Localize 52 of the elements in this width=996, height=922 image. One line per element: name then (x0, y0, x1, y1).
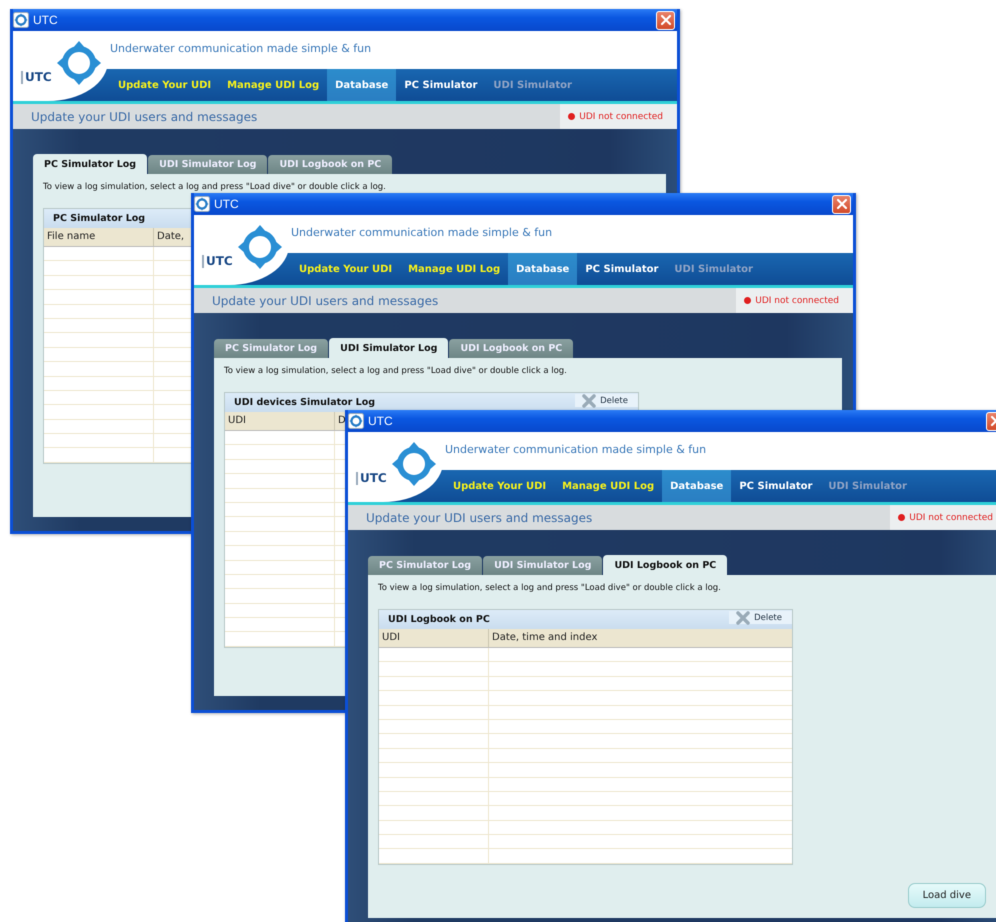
logo-text: UTC (356, 472, 387, 485)
column-header: File name (47, 231, 96, 242)
window-title: UTC (214, 197, 240, 211)
app-icon (194, 196, 210, 212)
logo-text: UTC (202, 255, 233, 268)
page-heading: Update your UDI users and messages (365, 510, 592, 524)
column-header: UDI (382, 632, 400, 643)
status-text: UDI not connected (909, 512, 993, 522)
close-button[interactable] (656, 10, 675, 30)
table-title: UDI devices Simulator Log (233, 397, 376, 408)
tab[interactable]: PC Simulator Log (33, 154, 148, 174)
tagline: Underwater communication made simple & fun (109, 41, 372, 57)
instructions-text: To view a log simulation, select a log and press "Load dive" or double click a log. (224, 366, 568, 376)
delete-icon (735, 610, 752, 626)
nav-tab[interactable]: PC Simulator (577, 253, 666, 285)
delete-icon (581, 392, 598, 408)
tab[interactable]: UDI Simulator Log (329, 338, 448, 358)
nav-tab[interactable]: Update Your UDI (110, 69, 220, 101)
nav-tab[interactable]: Database (508, 253, 578, 285)
close-button[interactable] (832, 194, 851, 214)
window-title: UTC (33, 13, 59, 27)
logo-text: UTC (21, 71, 52, 84)
table-title: PC Simulator Log (52, 213, 146, 224)
tagline: Underwater communication made simple & fun (290, 225, 554, 241)
nav-tab[interactable]: Manage UDI Log (554, 470, 662, 502)
nav-tab[interactable]: Update Your UDI (445, 470, 554, 502)
window-title: UTC (368, 414, 394, 428)
nav-tab[interactable]: Update Your UDI (291, 253, 400, 285)
page-heading: Update your UDI users and messages (30, 110, 258, 124)
column-header: UDI (228, 415, 246, 426)
status-text: UDI not connected (755, 296, 839, 306)
instructions-text: To view a log simulation, select a log and press "Load dive" or double click a log. (378, 583, 722, 593)
nav-tab[interactable]: PC Simulator (731, 470, 820, 502)
column-header: Date, time and index (492, 632, 598, 643)
nav-tab[interactable]: Manage UDI Log (219, 69, 328, 101)
nav-tab[interactable]: Database (662, 470, 732, 502)
delete-button[interactable]: Delete (575, 394, 638, 407)
delete-button[interactable]: Delete (729, 611, 792, 624)
tagline: Underwater communication made simple & fun (444, 442, 708, 458)
instructions-text: To view a log simulation, select a log and press "Load dive" or double click a log. (43, 182, 387, 192)
table-title: UDI Logbook on PC (387, 614, 490, 625)
tab[interactable]: UDI Logbook on PC (603, 555, 728, 575)
nav-tab[interactable]: PC Simulator (396, 69, 486, 101)
column-header: Date, (157, 231, 184, 242)
nav-tab[interactable]: Manage UDI Log (400, 253, 508, 285)
load-dive-button[interactable]: Load dive (908, 883, 986, 908)
app-icon (13, 12, 29, 28)
app-icon (348, 413, 364, 429)
page-heading: Update your UDI users and messages (211, 294, 438, 308)
column-header: D (338, 415, 346, 426)
nav-tab[interactable]: Database (327, 69, 396, 101)
status-text: UDI not connected (579, 112, 663, 122)
